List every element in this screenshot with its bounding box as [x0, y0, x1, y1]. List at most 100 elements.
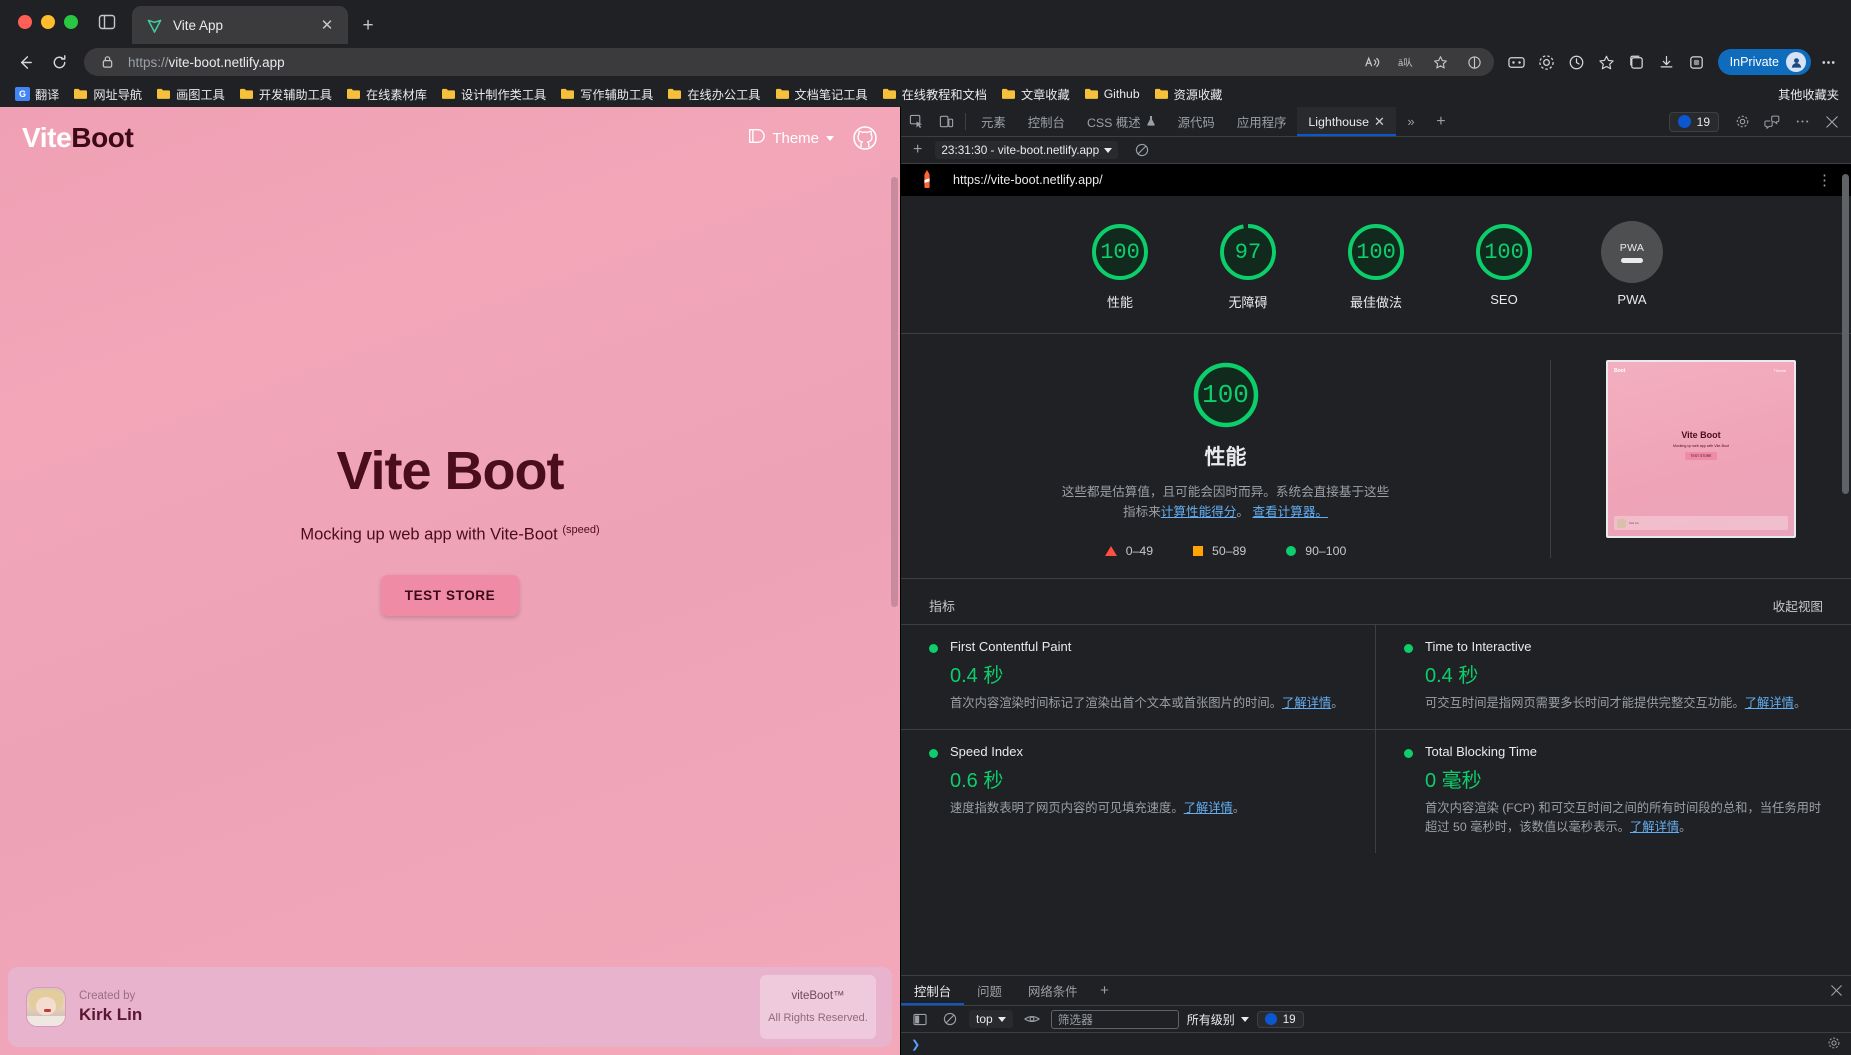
tab-close-icon[interactable]: ✕ [316, 14, 338, 36]
learn-more-link[interactable]: 了解详情 [1184, 801, 1233, 815]
url-scheme: https:// [128, 54, 169, 70]
bookmark-item[interactable]: 资源收藏 [1147, 82, 1230, 106]
console-sidebar-toggle-icon[interactable] [909, 1008, 931, 1030]
bookmark-item[interactable]: 在线教程和文档 [875, 82, 994, 106]
devtools-tab-console[interactable]: 控制台 [1017, 107, 1076, 136]
bookmark-item[interactable]: 设计制作类工具 [434, 82, 553, 106]
lighthouse-run-selector[interactable]: 23:31:30 - vite-boot.netlify.app [935, 141, 1119, 159]
maximize-window-button[interactable] [64, 15, 78, 29]
bookmark-item[interactable]: G 翻译 [8, 82, 66, 106]
test-store-button[interactable]: TEST STORE [380, 574, 520, 616]
close-devtools-icon[interactable] [1817, 107, 1847, 136]
history-icon[interactable] [1564, 49, 1590, 75]
bookmark-item[interactable]: 文章收藏 [994, 82, 1077, 106]
view-calculator-link[interactable]: 查看计算器。 [1252, 505, 1328, 519]
gauge-pwa[interactable]: PWA PWA [1593, 221, 1671, 311]
device-toolbar-icon[interactable] [931, 107, 961, 136]
bookmark-item[interactable]: Github [1077, 84, 1147, 104]
console-output[interactable]: ❯ [901, 1033, 1851, 1055]
close-window-button[interactable] [18, 15, 32, 29]
collections-icon[interactable] [1504, 49, 1530, 75]
report-options-icon[interactable]: ⋮ [1817, 171, 1833, 189]
address-bar[interactable]: https://vite-boot.netlify.app ā㕥 [84, 48, 1494, 76]
drawer-tab-issues[interactable]: 问题 [964, 976, 1015, 1005]
favorites-icon[interactable] [1594, 49, 1620, 75]
bookmarks-bar: G 翻译 网址导航 画图工具 开发辅助工具 在线素材库 设计制作类工具 写作辅助… [0, 80, 1851, 107]
more-options-icon[interactable] [1787, 107, 1817, 136]
performance-gauge: 100 [1191, 360, 1261, 430]
more-tabs-icon[interactable]: » [1396, 107, 1426, 136]
bookmark-item[interactable]: 网址导航 [66, 82, 149, 106]
translate-icon[interactable]: ā㕥 [1394, 50, 1420, 74]
new-lighthouse-run-button[interactable]: + [909, 141, 926, 159]
devtools-tab-lighthouse[interactable]: Lighthouse ✕ [1297, 107, 1396, 136]
back-button[interactable] [10, 47, 40, 77]
performance-title: 性能 [1204, 446, 1247, 469]
close-icon[interactable]: ✕ [1374, 114, 1385, 130]
add-drawer-tab-button[interactable]: + [1091, 976, 1119, 1005]
learn-more-link[interactable]: 了解详情 [1282, 696, 1331, 710]
avatar-icon [1786, 52, 1806, 72]
console-issues-badge[interactable]: 19 [1256, 1010, 1304, 1028]
bookmark-item[interactable]: 在线办公工具 [660, 82, 767, 106]
feedback-icon[interactable] [1757, 107, 1787, 136]
drawer-tab-network-conditions[interactable]: 网络条件 [1015, 976, 1091, 1005]
console-settings-icon[interactable] [1827, 1036, 1841, 1053]
gauge-seo[interactable]: 100 SEO [1465, 221, 1543, 311]
learn-more-link[interactable]: 了解详情 [1745, 696, 1794, 710]
bookmark-label: 网址导航 [93, 87, 143, 102]
new-tab-button[interactable]: + [354, 12, 382, 40]
inprivate-profile-button[interactable]: InPrivate [1717, 49, 1811, 75]
legend-range: 90–100 [1305, 544, 1347, 559]
inspect-element-icon[interactable] [901, 107, 931, 136]
console-log-level-selector[interactable]: 所有级别 [1187, 1011, 1249, 1028]
triangle-icon [1104, 546, 1117, 557]
devtools-tab-css-overview[interactable]: CSS 概述 [1076, 107, 1167, 136]
bookmark-overflow-item[interactable]: 其他收藏夹 [1771, 82, 1843, 106]
folder-icon [1154, 87, 1169, 100]
legend-range: 50–89 [1212, 544, 1247, 559]
add-panel-button[interactable]: + [1426, 107, 1456, 136]
gear-icon[interactable] [1727, 107, 1757, 136]
calculate-score-link[interactable]: 计算性能得分 [1161, 505, 1237, 519]
page-scrollbar[interactable] [891, 177, 898, 607]
live-expression-icon[interactable] [1021, 1008, 1043, 1030]
footer-box-title: viteBoot™ [791, 990, 845, 1002]
folder-icon [667, 87, 682, 100]
devtools-tab-elements[interactable]: 元素 [970, 107, 1017, 136]
browser-essentials-icon[interactable] [1534, 49, 1560, 75]
settings-and-more-icon[interactable] [1815, 49, 1841, 75]
metric-value: 0.4 秒 [1425, 665, 1479, 688]
read-aloud-icon[interactable] [1360, 50, 1386, 74]
add-favorite-icon[interactable] [1428, 50, 1454, 74]
devtools-scrollbar[interactable] [1842, 174, 1849, 494]
gauge-performance[interactable]: 100 性能 [1081, 221, 1159, 311]
tab-actions-icon[interactable] [90, 5, 124, 39]
metrics-toggle-button[interactable]: 收起视图 [1773, 596, 1823, 615]
close-drawer-icon[interactable] [1821, 976, 1851, 1005]
issues-badge[interactable]: 19 [1668, 111, 1719, 132]
devtools-tab-application[interactable]: 应用程序 [1226, 107, 1298, 136]
devtools-tab-sources[interactable]: 源代码 [1167, 107, 1226, 136]
bookmark-item[interactable]: 画图工具 [149, 82, 232, 106]
drawer-tab-console[interactable]: 控制台 [901, 976, 964, 1005]
learn-more-link[interactable]: 了解详情 [1630, 820, 1679, 834]
bookmark-item[interactable]: 文档笔记工具 [768, 82, 875, 106]
clear-icon[interactable] [1127, 143, 1157, 157]
extensions-icon[interactable] [1684, 49, 1710, 75]
downloads-icon[interactable] [1654, 49, 1680, 75]
metric-status-dot-icon [1404, 644, 1413, 654]
browser-tab[interactable]: Vite App ✕ [132, 6, 348, 44]
gauge-accessibility[interactable]: 97 无障碍 [1209, 221, 1287, 311]
console-context-selector[interactable]: top [969, 1010, 1013, 1028]
console-filter-input[interactable]: 筛选器 [1050, 1009, 1179, 1029]
minimize-window-button[interactable] [41, 15, 55, 29]
bookmark-item[interactable]: 开发辅助工具 [232, 82, 339, 106]
bookmark-item[interactable]: 在线素材库 [339, 82, 434, 106]
clear-console-icon[interactable] [939, 1008, 961, 1030]
gauge-best-practices[interactable]: 100 最佳做法 [1337, 221, 1415, 311]
split-screen-icon[interactable] [1462, 50, 1488, 74]
reload-button[interactable] [44, 47, 74, 77]
bookmark-item[interactable]: 写作辅助工具 [553, 82, 660, 106]
tab-collections-icon[interactable] [1624, 49, 1650, 75]
